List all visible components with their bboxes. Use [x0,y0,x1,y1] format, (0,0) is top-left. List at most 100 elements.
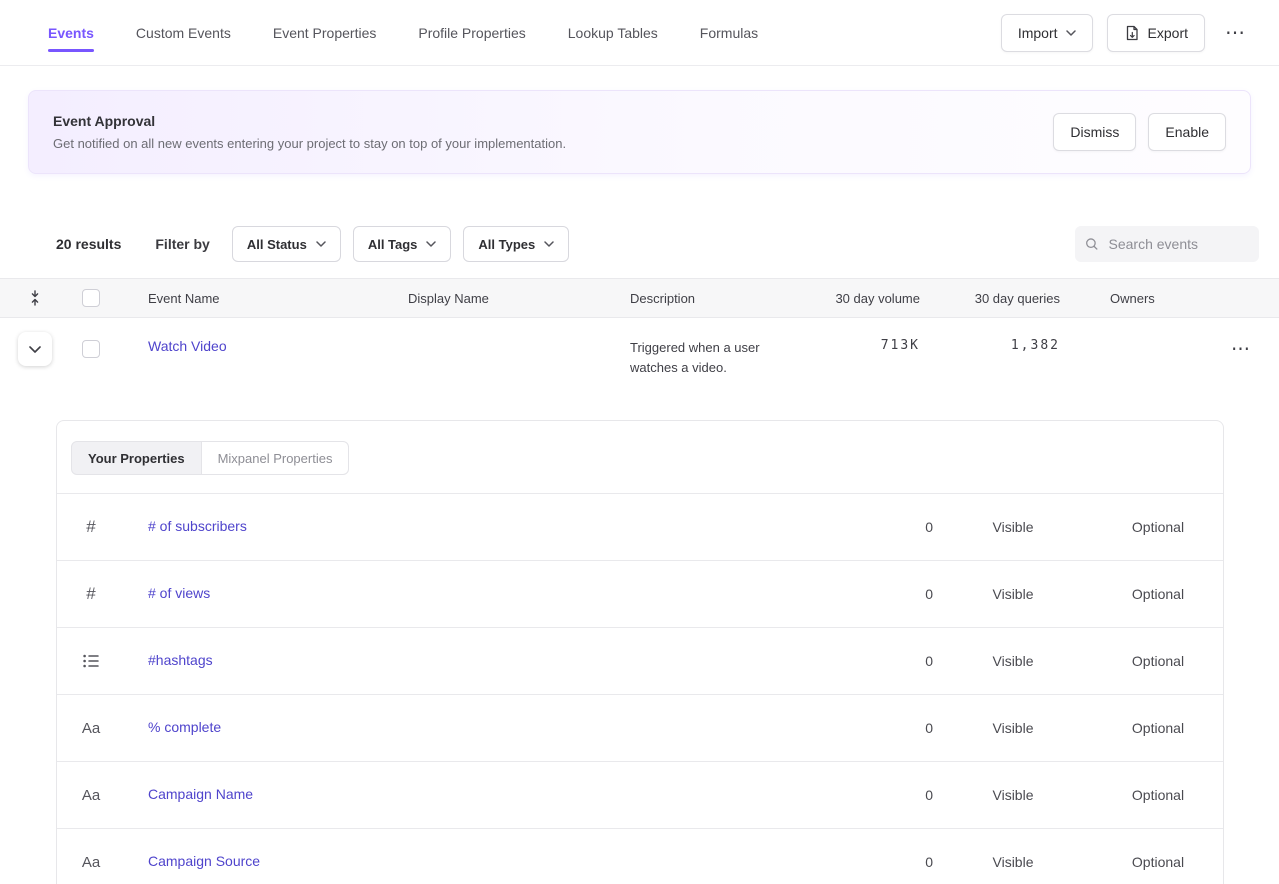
row-more-button[interactable]: ⋯ [1225,338,1256,361]
collapse-rows-icon [28,290,42,306]
property-row: Aa % complete 0 Visible Optional [57,694,1223,761]
more-horizontal-icon: ⋯ [1231,339,1250,360]
collapse-row-button[interactable] [18,332,52,366]
select-all-cell [64,289,106,307]
row-actions-cell: ⋯ [1199,332,1279,361]
property-visibility[interactable]: Visible [933,787,1093,803]
chevron-down-icon [29,346,41,353]
queries-cell: 1,382 [920,332,1060,353]
select-all-checkbox[interactable] [82,289,100,307]
property-name-link[interactable]: #hashtags [148,652,213,668]
property-name-cell: Campaign Name [125,786,763,804]
property-name-link[interactable]: Campaign Source [148,853,260,869]
property-name-link[interactable]: # of views [148,585,210,601]
more-horizontal-icon: ⋯ [1225,22,1245,44]
column-header-owners: Owners [1060,291,1199,306]
chevron-down-icon [426,241,436,247]
tags-filter-label: All Tags [368,237,418,252]
property-visibility[interactable]: Visible [933,519,1093,535]
nav-tabs: Events Custom Events Event Properties Pr… [48,25,758,41]
event-name-cell: Watch Video [106,332,360,356]
column-header-description: Description [582,291,820,306]
property-type-cell: # [57,517,125,537]
description-text: Triggered when a user watches a video. [630,338,795,378]
dismiss-button[interactable]: Dismiss [1053,113,1136,151]
property-visibility[interactable]: Visible [933,854,1093,870]
filter-dropdowns: All Status All Tags All Types [232,226,569,262]
event-name-link[interactable]: Watch Video [148,338,227,354]
property-name-cell: # of subscribers [125,518,763,536]
property-requirement[interactable]: Optional [1093,653,1223,669]
property-visibility[interactable]: Visible [933,720,1093,736]
property-type-cell: Aa [57,854,125,871]
property-type-cell [57,654,125,668]
tags-filter-dropdown[interactable]: All Tags [353,226,452,262]
tab-custom-events[interactable]: Custom Events [136,25,231,41]
chevron-down-icon [1066,30,1076,36]
status-filter-dropdown[interactable]: All Status [232,226,341,262]
tab-lookup-tables[interactable]: Lookup Tables [568,25,658,41]
property-name-link[interactable]: % complete [148,719,221,735]
select-cell [64,332,106,358]
search-input[interactable] [1107,235,1249,253]
property-type-cell: Aa [57,720,125,737]
list-type-icon [83,654,99,668]
property-requirement[interactable]: Optional [1093,854,1223,870]
tab-mixpanel-properties[interactable]: Mixpanel Properties [201,441,350,475]
property-requirement[interactable]: Optional [1093,787,1223,803]
tab-profile-properties[interactable]: Profile Properties [418,25,525,41]
tab-events[interactable]: Events [48,25,94,41]
collapse-all-rows-button[interactable] [26,288,44,308]
results-count: 20 results [56,236,121,252]
tab-your-properties[interactable]: Your Properties [71,441,202,475]
properties-tabs: Your Properties Mixpanel Properties [57,421,1223,493]
property-name-cell: # of views [125,585,763,603]
property-count: 0 [763,653,933,669]
tab-formulas[interactable]: Formulas [700,25,758,41]
search-events [1075,226,1259,262]
property-name-cell: Campaign Source [125,853,763,871]
property-row: Aa Campaign Name 0 Visible Optional [57,761,1223,828]
property-name-cell: % complete [125,719,763,737]
status-filter-label: All Status [247,237,307,252]
property-visibility[interactable]: Visible [933,653,1093,669]
import-button[interactable]: Import [1001,14,1093,52]
types-filter-dropdown[interactable]: All Types [463,226,569,262]
property-requirement[interactable]: Optional [1093,586,1223,602]
property-row: #hashtags 0 Visible Optional [57,627,1223,694]
export-icon [1124,25,1140,41]
filter-bar: 20 results Filter by All Status All Tags… [56,226,1259,262]
number-type-icon: # [86,517,95,537]
more-options-button[interactable]: ⋯ [1219,17,1251,49]
chevron-down-icon [316,241,326,247]
types-filter-label: All Types [478,237,535,252]
enable-button[interactable]: Enable [1148,113,1226,151]
property-count: 0 [763,720,933,736]
number-type-icon: # [86,584,95,604]
property-requirement[interactable]: Optional [1093,720,1223,736]
column-header-queries: 30 day queries [920,291,1060,306]
volume-cell: 713K [820,332,920,353]
filter-by-label: Filter by [155,236,209,252]
property-row: # # of subscribers 0 Visible Optional [57,493,1223,560]
property-count: 0 [763,586,933,602]
text-type-icon: Aa [82,854,100,871]
tab-event-properties[interactable]: Event Properties [273,25,377,41]
property-visibility[interactable]: Visible [933,586,1093,602]
nav-actions: Import Export ⋯ [1001,14,1251,52]
column-header-volume: 30 day volume [820,291,920,306]
export-button[interactable]: Export [1107,14,1205,52]
expand-cell [0,332,64,366]
property-name-link[interactable]: # of subscribers [148,518,247,534]
row-checkbox[interactable] [82,340,100,358]
display-name-cell [360,332,582,338]
event-row: Watch Video Triggered when a user watche… [0,318,1279,394]
property-name-link[interactable]: Campaign Name [148,786,253,802]
description-cell: Triggered when a user watches a video. [582,332,820,378]
property-requirement[interactable]: Optional [1093,519,1223,535]
collapse-all-cell [0,288,64,308]
property-type-cell: Aa [57,787,125,804]
chevron-down-icon [544,241,554,247]
column-header-event-name: Event Name [106,291,360,306]
text-type-icon: Aa [82,720,100,737]
